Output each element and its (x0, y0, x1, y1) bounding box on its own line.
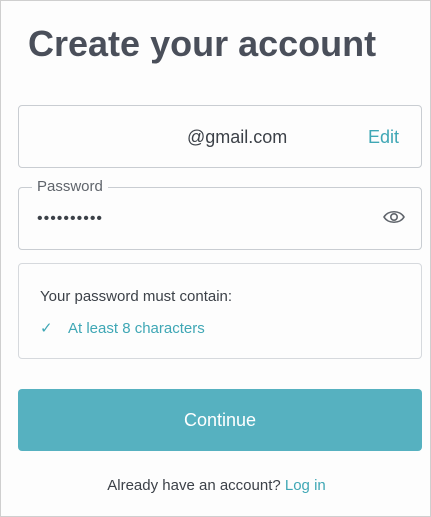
signup-panel: Create your account @gmail.com Edit Pass… (0, 0, 431, 517)
requirement-label: At least 8 characters (68, 320, 205, 337)
edit-email-link[interactable]: Edit (368, 127, 399, 148)
page-title: Create your account (28, 23, 377, 64)
login-link[interactable]: Log in (285, 477, 326, 494)
eye-icon[interactable] (383, 208, 405, 226)
requirement-item: ✓ At least 8 characters (40, 319, 205, 337)
password-input[interactable]: •••••••••• (37, 210, 103, 228)
requirements-title: Your password must contain: (40, 288, 233, 305)
password-label: Password (32, 178, 108, 195)
password-field[interactable]: Password •••••••••• (18, 178, 422, 250)
email-field: @gmail.com Edit (18, 105, 422, 168)
checkmark-icon: ✓ (40, 320, 53, 337)
password-requirements: Your password must contain: ✓ At least 8 … (18, 263, 422, 359)
email-value: @gmail.com (187, 127, 288, 147)
continue-button[interactable]: Continue (18, 389, 422, 451)
login-prompt-text: Already have an account? (107, 477, 281, 494)
login-prompt: Already have an account? Log in (1, 477, 431, 494)
